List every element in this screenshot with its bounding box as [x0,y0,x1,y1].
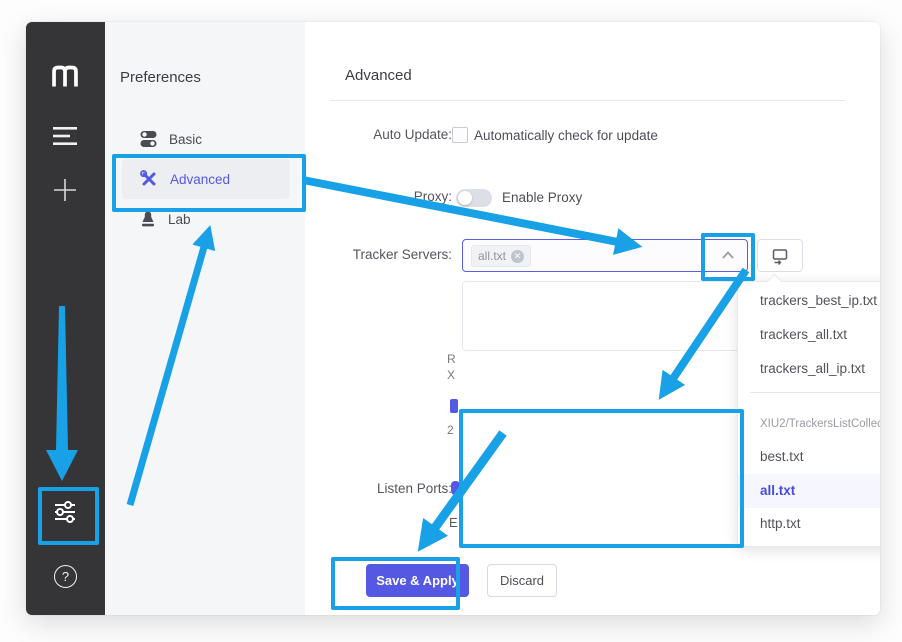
dropdown-item[interactable]: trackers_best_ip.txt [738,284,880,318]
dropdown-group-label: XIU2/TrackersListCollection [738,407,880,441]
dropdown-divider [750,392,880,393]
proxy-label: Proxy: [330,189,452,204]
preferences-title: Preferences [120,69,201,86]
screenshot-root: ? Preferences Basic Advanced [0,0,902,642]
auto-update-label: Auto Update: [330,127,452,142]
question-mark-glyph: ? [62,569,69,584]
preferences-sliders-icon[interactable] [52,499,78,525]
dropdown-item[interactable]: http.txt [738,507,880,541]
task-list-icon[interactable] [52,126,78,146]
dropdown-item[interactable]: best.txt [738,440,880,474]
save-apply-button[interactable]: Save & Apply [366,564,469,597]
occluded-toggle-fragment [451,481,460,495]
lab-stamp-icon [140,210,156,228]
nav-item-label: Basic [169,132,202,147]
nav-item-lab[interactable]: Lab [122,199,290,239]
discard-button[interactable]: Discard [487,564,557,597]
title-divider [330,100,845,101]
auto-update-checkbox-label[interactable]: Automatically check for update [474,128,658,143]
listen-ports-label: Listen Ports: [330,481,452,496]
selected-tag-label: all.txt [478,249,506,263]
motrix-logo [50,62,80,88]
auto-update-checkbox[interactable] [452,127,468,143]
proxy-toggle-label: Enable Proxy [502,190,582,205]
tracker-servers-select[interactable]: all.txt ✕ [462,239,748,272]
tracker-dropdown: trackers_best_ip.txt trackers_all.txt tr… [737,281,880,547]
nav-item-label: Lab [168,212,191,227]
dropdown-item-label: all.txt [760,483,795,498]
add-task-icon[interactable] [53,178,77,202]
help-icon[interactable]: ? [54,565,77,588]
sync-trackers-button[interactable] [757,239,803,272]
dropdown-item-selected[interactable]: all.txt ✓ [738,474,880,508]
app-sidebar: ? [26,22,105,615]
dropdown-item[interactable]: trackers_all_ip.txt [738,352,880,386]
page-title: Advanced [345,67,412,84]
settings-main: Advanced Auto Update: Automatically chec… [305,22,880,615]
proxy-toggle[interactable] [456,189,492,207]
nav-item-advanced[interactable]: Advanced [122,159,290,199]
occluded-text-fragment: R [447,352,456,366]
app-window: ? Preferences Basic Advanced [26,22,880,615]
occluded-text-fragment: E [449,515,458,530]
toggles-icon [140,130,157,148]
occluded-text-fragment: 2 [447,423,454,437]
tracker-servers-label: Tracker Servers: [330,247,452,262]
dropdown-item[interactable]: trackers_all.txt [738,318,880,352]
nav-item-label: Advanced [170,172,230,187]
occluded-checkbox-fragment [450,399,458,413]
tag-remove-icon[interactable]: ✕ [511,250,524,263]
toggle-knob [458,191,472,205]
occluded-text-fragment: X [447,368,455,382]
sync-icon [771,247,789,265]
selected-tag: all.txt ✕ [471,245,531,267]
tools-icon [140,170,158,188]
preferences-nav: Preferences Basic Advanced [105,22,305,615]
nav-item-basic[interactable]: Basic [122,119,290,159]
chevron-up-icon[interactable] [721,250,735,260]
